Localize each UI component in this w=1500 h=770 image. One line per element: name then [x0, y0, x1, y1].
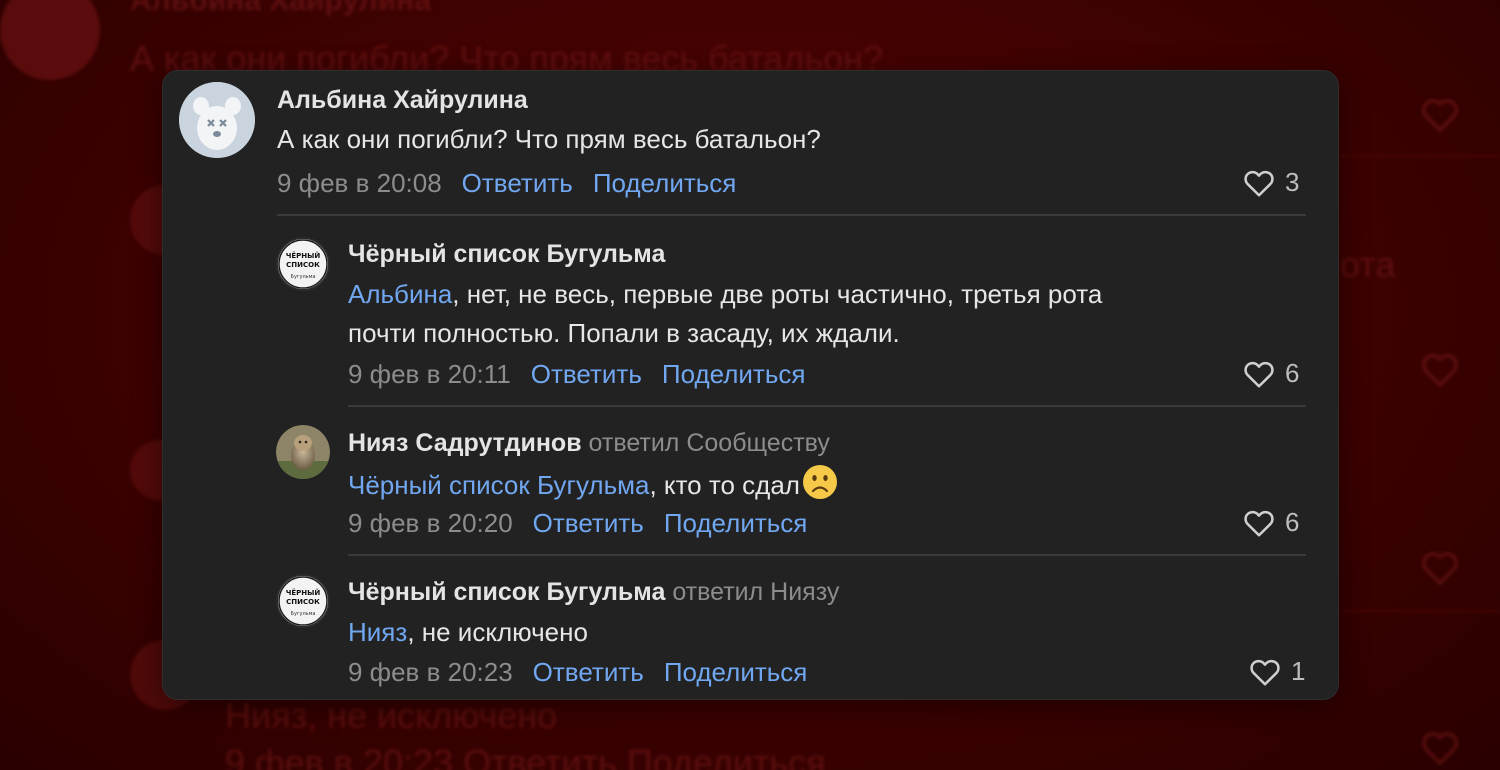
- logo-line: Бугульма: [291, 611, 316, 617]
- heart-icon: [1244, 170, 1274, 197]
- mention-link[interactable]: Нияз: [348, 617, 407, 647]
- bg-reply-meta: 9 фев в 20:23 Ответить Поделиться: [225, 742, 826, 770]
- comment-text: Чёрный список Бугульма, кто то сдал: [348, 464, 838, 511]
- logo-line: Бугульма: [291, 274, 316, 280]
- dog-photo-avatar[interactable]: [276, 425, 330, 479]
- bg-reply-text: Нияз, не исключено: [225, 695, 558, 736]
- author-name[interactable]: Нияз Садрутдинов: [348, 429, 582, 457]
- share-button[interactable]: Поделиться: [664, 657, 808, 688]
- comment-author[interactable]: Альбина Хайрулина: [277, 86, 528, 115]
- divider: [348, 405, 1306, 407]
- comment-text-line: почти полностью. Попали в засаду, их жда…: [348, 318, 900, 348]
- black-list-logo-icon[interactable]: ЧЁРНЫЙ СПИСОК Бугульма: [276, 574, 330, 628]
- reply-button[interactable]: Ответить: [533, 508, 644, 539]
- comment-text: А как они погибли? Что прям весь батальо…: [277, 120, 821, 159]
- dog-avatar-icon[interactable]: [179, 82, 255, 158]
- comment-date[interactable]: 9 фев в 20:08: [277, 168, 442, 199]
- like-button[interactable]: 1: [1249, 656, 1305, 687]
- bg-author: Альбина Хайрулина: [130, 0, 431, 17]
- sad-face-emoji: [802, 464, 838, 511]
- share-button[interactable]: Поделиться: [662, 359, 806, 390]
- reply-button[interactable]: Ответить: [531, 359, 642, 390]
- logo-line: ЧЁРНЫЙ: [286, 251, 321, 260]
- divider: [348, 554, 1306, 556]
- bg-heart-icon: [1422, 99, 1458, 133]
- bg-heart-icon: [1422, 552, 1458, 586]
- share-button[interactable]: Поделиться: [664, 508, 808, 539]
- bg-fragment: ота: [1340, 244, 1396, 285]
- comment-text-line: , не исключено: [407, 617, 588, 647]
- author-name[interactable]: Чёрный список Бугульма: [348, 240, 665, 268]
- comment-author[interactable]: Чёрный список Бугульма: [348, 240, 665, 269]
- bg-heart-icon: [1422, 732, 1458, 766]
- logo-line: ЧЁРНЫЙ: [286, 588, 321, 597]
- comment-date[interactable]: 9 фев в 20:20: [348, 508, 513, 539]
- comment-text: Нияз, не исключено: [348, 613, 588, 652]
- comment-date[interactable]: 9 фев в 20:11: [348, 359, 511, 390]
- comment-text-line: , нет, не весь, первые две роты частично…: [452, 279, 1103, 309]
- like-button[interactable]: 6: [1243, 358, 1299, 389]
- comment-meta: 9 фев в 20:23 Ответить Поделиться: [348, 657, 807, 688]
- mention-link[interactable]: Чёрный список Бугульма: [348, 470, 649, 500]
- share-button[interactable]: Поделиться: [593, 168, 737, 199]
- comment-author[interactable]: Чёрный список Бугульма ответил Ниязу: [348, 578, 839, 607]
- comment-text: Альбина, нет, не весь, первые две роты ч…: [348, 275, 1102, 353]
- bg-divider: [1340, 155, 1500, 157]
- divider: [277, 214, 1306, 216]
- author-name[interactable]: Альбина Хайрулина: [277, 86, 528, 114]
- comment-thread-card: Альбина Хайрулина А как они погибли? Что…: [162, 70, 1339, 700]
- reply-button[interactable]: Ответить: [533, 657, 644, 688]
- heart-icon: [1244, 510, 1274, 537]
- like-count: 1: [1291, 656, 1306, 686]
- black-list-logo-icon[interactable]: ЧЁРНЫЙ СПИСОК Бугульма: [276, 237, 330, 291]
- reply-button[interactable]: Ответить: [462, 168, 573, 199]
- bg-divider: [1340, 610, 1500, 612]
- replied-to-label: ответил Ниязу: [672, 578, 840, 606]
- like-button[interactable]: 3: [1243, 167, 1299, 198]
- comment-author[interactable]: Нияз Садрутдинов ответил Сообществу: [348, 429, 830, 458]
- heart-icon: [1250, 659, 1280, 686]
- comment-meta: 9 фев в 20:20 Ответить Поделиться: [348, 508, 807, 539]
- like-count: 3: [1285, 167, 1300, 197]
- comment-text-line: , кто то сдал: [649, 470, 800, 500]
- comment-text-line: А как они погибли? Что прям весь батальо…: [277, 124, 821, 154]
- logo-line: СПИСОК: [286, 598, 320, 606]
- bg-avatar: [0, 0, 100, 80]
- like-count: 6: [1285, 507, 1300, 537]
- bg-heart-icon: [1422, 354, 1458, 388]
- comment-meta: 9 фев в 20:11 Ответить Поделиться: [348, 359, 805, 390]
- author-name[interactable]: Чёрный список Бугульма: [348, 578, 665, 606]
- comment-date[interactable]: 9 фев в 20:23: [348, 657, 513, 688]
- logo-line: СПИСОК: [286, 261, 320, 269]
- heart-icon: [1244, 361, 1274, 388]
- replied-to-label: ответил Сообществу: [588, 429, 830, 457]
- like-button[interactable]: 6: [1243, 507, 1299, 538]
- comment-meta: 9 фев в 20:08 Ответить Поделиться: [277, 168, 736, 199]
- mention-link[interactable]: Альбина: [348, 279, 452, 309]
- like-count: 6: [1285, 358, 1300, 388]
